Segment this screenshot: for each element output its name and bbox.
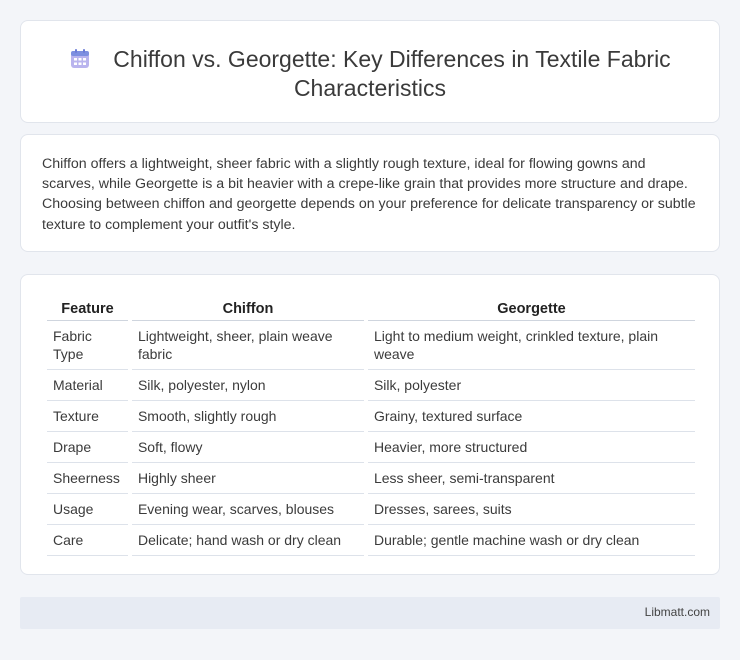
- table-row: Material Silk, polyester, nylon Silk, po…: [47, 370, 695, 401]
- feature-cell: Material: [47, 370, 128, 401]
- feature-cell: Care: [47, 525, 128, 556]
- header-georgette: Georgette: [367, 297, 695, 321]
- chiffon-cell: Smooth, slightly rough: [131, 401, 364, 432]
- footer-site-link[interactable]: Libmatt.com: [645, 605, 710, 619]
- georgette-cell: Dresses, sarees, suits: [367, 494, 695, 525]
- chiffon-cell: Highly sheer: [131, 463, 364, 494]
- footer-bar: Libmatt.com: [20, 597, 720, 629]
- table-row: Texture Smooth, slightly rough Grainy, t…: [47, 401, 695, 432]
- chiffon-cell: Evening wear, scarves, blouses: [131, 494, 364, 525]
- chiffon-cell: Silk, polyester, nylon: [131, 370, 364, 401]
- table-row: Drape Soft, flowy Heavier, more structur…: [47, 432, 695, 463]
- feature-cell: Drape: [47, 432, 128, 463]
- feature-cell: Fabric Type: [47, 321, 128, 370]
- feature-cell: Sheerness: [47, 463, 128, 494]
- chiffon-cell: Soft, flowy: [131, 432, 364, 463]
- georgette-cell: Grainy, textured surface: [367, 401, 695, 432]
- header-chiffon: Chiffon: [131, 297, 364, 321]
- chiffon-cell: Delicate; hand wash or dry clean: [131, 525, 364, 556]
- comparison-card: Feature Chiffon Georgette Fabric Type Li…: [20, 274, 720, 575]
- page-title: Chiffon vs. Georgette: Key Differences i…: [113, 46, 671, 101]
- calendar-icon: [71, 49, 90, 68]
- table-row: Sheerness Highly sheer Less sheer, semi-…: [47, 463, 695, 494]
- feature-cell: Texture: [47, 401, 128, 432]
- georgette-cell: Heavier, more structured: [367, 432, 695, 463]
- page-title-wrap: Chiffon vs. Georgette: Key Differences i…: [21, 45, 719, 103]
- chiffon-cell: Lightweight, sheer, plain weave fabric: [131, 321, 364, 370]
- feature-cell: Usage: [47, 494, 128, 525]
- georgette-cell: Durable; gentle machine wash or dry clea…: [367, 525, 695, 556]
- georgette-cell: Light to medium weight, crinkled texture…: [367, 321, 695, 370]
- table-row: Care Delicate; hand wash or dry clean Du…: [47, 525, 695, 556]
- title-card: Chiffon vs. Georgette: Key Differences i…: [20, 20, 720, 123]
- comparison-table: Feature Chiffon Georgette Fabric Type Li…: [43, 297, 699, 556]
- header-feature: Feature: [47, 297, 128, 321]
- georgette-cell: Less sheer, semi-transparent: [367, 463, 695, 494]
- description-card: Chiffon offers a lightweight, sheer fabr…: [20, 134, 720, 252]
- table-row: Fabric Type Lightweight, sheer, plain we…: [47, 321, 695, 370]
- georgette-cell: Silk, polyester: [367, 370, 695, 401]
- description-text: Chiffon offers a lightweight, sheer fabr…: [42, 156, 696, 233]
- table-row: Usage Evening wear, scarves, blouses Dre…: [47, 494, 695, 525]
- table-header-row: Feature Chiffon Georgette: [47, 297, 695, 321]
